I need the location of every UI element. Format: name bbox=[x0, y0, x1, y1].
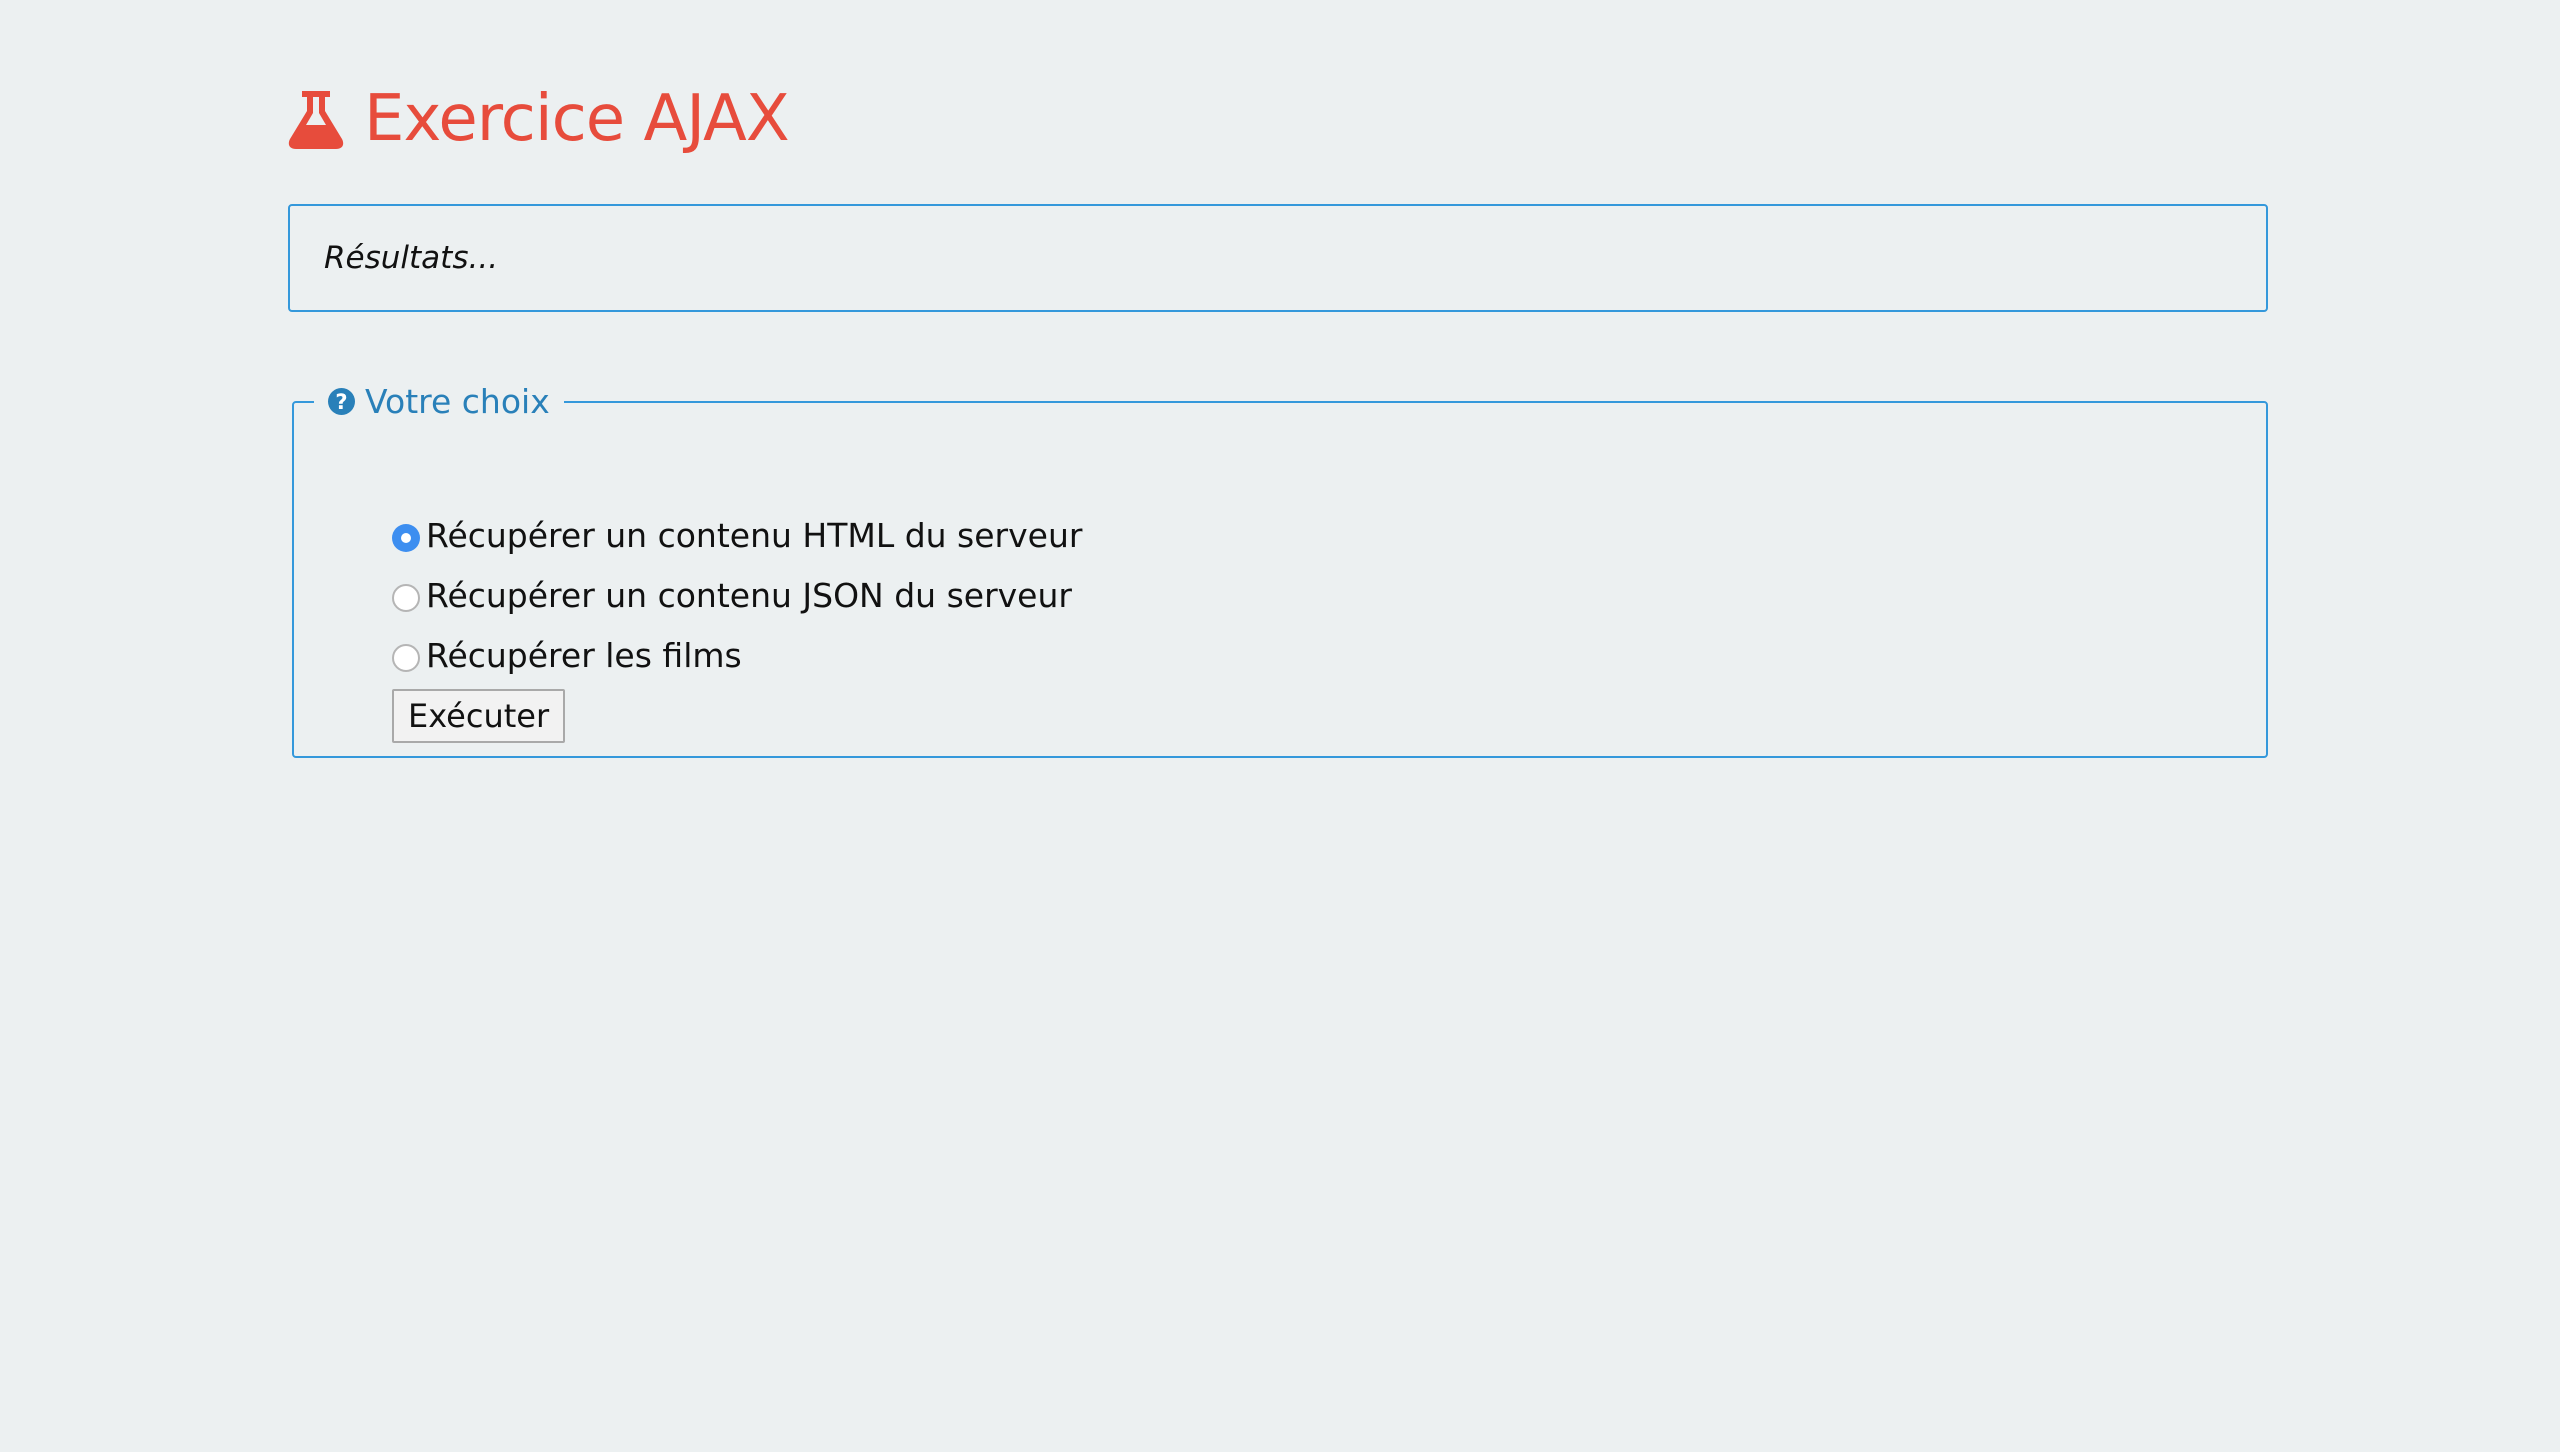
choice-legend-text: Votre choix bbox=[365, 382, 550, 421]
question-circle-icon: ? bbox=[328, 388, 355, 415]
results-text: Résultats... bbox=[324, 240, 499, 276]
radio-films[interactable] bbox=[392, 644, 420, 672]
page-title: Exercice AJAX bbox=[288, 74, 790, 164]
execute-button[interactable]: Exécuter bbox=[392, 689, 566, 743]
choice-fieldset: ? Votre choix Récupérer un contenu HTML … bbox=[292, 382, 2268, 758]
page-title-text: Exercice AJAX bbox=[364, 82, 790, 156]
option-json-label: Récupérer un contenu JSON du serveur bbox=[426, 575, 1072, 615]
radio-html[interactable] bbox=[392, 524, 420, 552]
choice-legend: ? Votre choix bbox=[314, 382, 564, 421]
radio-json[interactable] bbox=[392, 584, 420, 612]
option-html-label: Récupérer un contenu HTML du serveur bbox=[426, 515, 1083, 555]
options-group: Récupérer un contenu HTML du serveur Réc… bbox=[392, 505, 1082, 743]
option-films[interactable]: Récupérer les films bbox=[392, 625, 1082, 685]
results-panel: Résultats... bbox=[288, 204, 2268, 312]
option-films-label: Récupérer les films bbox=[426, 635, 742, 675]
page: Exercice AJAX Résultats... ? Votre choix… bbox=[0, 0, 2560, 1452]
option-html[interactable]: Récupérer un contenu HTML du serveur bbox=[392, 505, 1082, 565]
option-json[interactable]: Récupérer un contenu JSON du serveur bbox=[392, 565, 1082, 625]
flask-icon bbox=[288, 89, 344, 149]
